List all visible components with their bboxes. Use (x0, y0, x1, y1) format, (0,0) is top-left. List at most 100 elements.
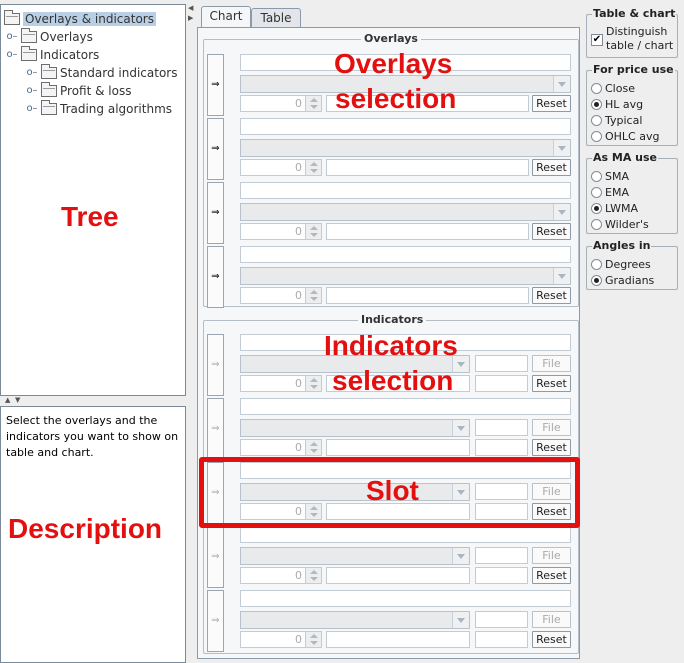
chevron-down-icon[interactable] (553, 140, 570, 156)
overlay-params-field[interactable] (326, 287, 529, 304)
overlay-reset-button[interactable]: Reset (532, 159, 571, 176)
indicator-extra-field[interactable] (475, 567, 528, 584)
overlay-name-field[interactable] (240, 246, 571, 263)
tree-root-item[interactable]: Overlays & indicators (4, 9, 156, 27)
radio-icon[interactable] (591, 115, 602, 126)
radio-icon[interactable] (591, 259, 602, 270)
indicator-reset-button[interactable]: Reset (532, 567, 571, 584)
overlay-period-spinner[interactable]: 0 (240, 159, 322, 176)
tree-item-overlays[interactable]: o– Overlays (5, 27, 93, 45)
radio-ohlc-avg[interactable]: OHLC avg (591, 129, 659, 144)
overlay-name-field[interactable] (240, 182, 571, 199)
overlay-slot-button[interactable]: ⇒ (207, 118, 224, 180)
indicator-slot-button[interactable]: ⇒ (207, 398, 224, 460)
spinner-arrows-icon[interactable] (305, 160, 321, 175)
indicator-extra-field[interactable] (475, 439, 528, 456)
chevron-down-icon[interactable] (553, 76, 570, 92)
overlay-period-spinner[interactable]: 0 (240, 223, 322, 240)
indicator-name-field[interactable] (240, 526, 571, 543)
radio-degrees[interactable]: Degrees (591, 257, 651, 272)
overlay-slot-button[interactable]: ⇒ (207, 182, 224, 244)
chevron-down-icon[interactable] (553, 268, 570, 284)
radio-selected-icon[interactable] (591, 99, 602, 110)
radio-icon[interactable] (591, 219, 602, 230)
radio-lwma[interactable]: LWMA (591, 201, 638, 216)
indicator-extra-field[interactable] (475, 375, 528, 392)
chevron-down-icon[interactable] (553, 204, 570, 220)
spinner-arrows-icon[interactable] (305, 568, 321, 583)
overlay-period-spinner[interactable]: 0 (240, 287, 322, 304)
spinner-arrows-icon[interactable] (305, 288, 321, 303)
indicator-file-button[interactable]: File (532, 547, 571, 564)
indicator-period-spinner[interactable]: 0 (240, 631, 322, 648)
spinner-arrows-icon[interactable] (305, 376, 321, 391)
indicator-type-combo[interactable] (240, 547, 470, 565)
check-icon[interactable]: ✔ (591, 34, 603, 46)
spinner-arrows-icon[interactable] (305, 632, 321, 647)
overlay-reset-button[interactable]: Reset (532, 95, 571, 112)
spinner-arrows-icon[interactable] (305, 224, 321, 239)
indicator-slot-button[interactable]: ⇒ (207, 334, 224, 396)
indicator-file-button[interactable]: File (532, 419, 571, 436)
tree-item-indicators[interactable]: o– Indicators (5, 45, 99, 63)
overlay-period-spinner[interactable]: 0 (240, 95, 322, 112)
indicator-file-path-field[interactable] (475, 547, 528, 564)
indicator-period-spinner[interactable]: 0 (240, 439, 322, 456)
indicator-params-field[interactable] (326, 567, 470, 584)
overlay-slot-button[interactable]: ⇒ (207, 54, 224, 116)
overlay-type-combo[interactable] (240, 203, 571, 221)
split-right-icon[interactable]: ▶ (188, 14, 193, 22)
overlay-reset-button[interactable]: Reset (532, 223, 571, 240)
radio-icon[interactable] (591, 187, 602, 198)
radio-selected-icon[interactable] (591, 203, 602, 214)
radio-sma[interactable]: SMA (591, 169, 629, 184)
indicator-slot-button[interactable]: ⇒ (207, 590, 224, 652)
radio-selected-icon[interactable] (591, 275, 602, 286)
indicator-file-path-field[interactable] (475, 419, 528, 436)
radio-icon[interactable] (591, 171, 602, 182)
tree-expand-icon[interactable]: o– (5, 31, 19, 42)
radio-icon[interactable] (591, 131, 602, 142)
indicator-file-path-field[interactable] (475, 611, 528, 628)
indicator-name-field[interactable] (240, 398, 571, 415)
spinner-arrows-icon[interactable] (305, 440, 321, 455)
radio-close[interactable]: Close (591, 81, 635, 96)
indicator-reset-button[interactable]: Reset (532, 439, 571, 456)
indicator-file-button[interactable]: File (532, 611, 571, 628)
indicator-reset-button[interactable]: Reset (532, 631, 571, 648)
indicator-params-field[interactable] (326, 439, 470, 456)
indicator-file-path-field[interactable] (475, 355, 528, 372)
tree-item-profit-loss[interactable]: o– Profit & loss (25, 81, 131, 99)
radio-gradians[interactable]: Gradians (591, 273, 654, 288)
tree-item-standard-indicators[interactable]: o– Standard indicators (25, 63, 177, 81)
overlay-params-field[interactable] (326, 159, 529, 176)
indicator-period-spinner[interactable]: 0 (240, 567, 322, 584)
indicator-name-field[interactable] (240, 590, 571, 607)
indicator-type-combo[interactable] (240, 419, 470, 437)
radio-wilders[interactable]: Wilder's (591, 217, 649, 232)
chevron-down-icon[interactable] (452, 420, 469, 436)
horizontal-splitter[interactable]: ▲ ▼ (0, 396, 186, 406)
tab-chart[interactable]: Chart (201, 6, 251, 27)
overlay-params-field[interactable] (326, 223, 529, 240)
indicator-period-spinner[interactable]: 0 (240, 375, 322, 392)
indicator-file-button[interactable]: File (532, 355, 571, 372)
overlay-name-field[interactable] (240, 118, 571, 135)
overlay-reset-button[interactable]: Reset (532, 287, 571, 304)
radio-ema[interactable]: EMA (591, 185, 629, 200)
indicator-type-combo[interactable] (240, 611, 470, 629)
indicator-slot-button[interactable]: ⇒ (207, 526, 224, 588)
tree-expand-icon[interactable]: o– (25, 85, 39, 96)
tree-expand-icon[interactable]: o– (25, 103, 39, 114)
distinguish-checkbox[interactable]: ✔ Distinguish table / chart (591, 25, 673, 57)
indicator-params-field[interactable] (326, 631, 470, 648)
split-down-icon[interactable]: ▼ (15, 396, 20, 404)
radio-typical[interactable]: Typical (591, 113, 642, 128)
radio-hl-avg[interactable]: HL avg (591, 97, 643, 112)
tree-collapse-icon[interactable]: o– (5, 49, 19, 60)
tab-table[interactable]: Table (251, 8, 301, 27)
chevron-down-icon[interactable] (452, 548, 469, 564)
overlay-slot-button[interactable]: ⇒ (207, 246, 224, 308)
vertical-splitter[interactable]: ◀ ▶ (186, 0, 196, 663)
indicator-extra-field[interactable] (475, 631, 528, 648)
